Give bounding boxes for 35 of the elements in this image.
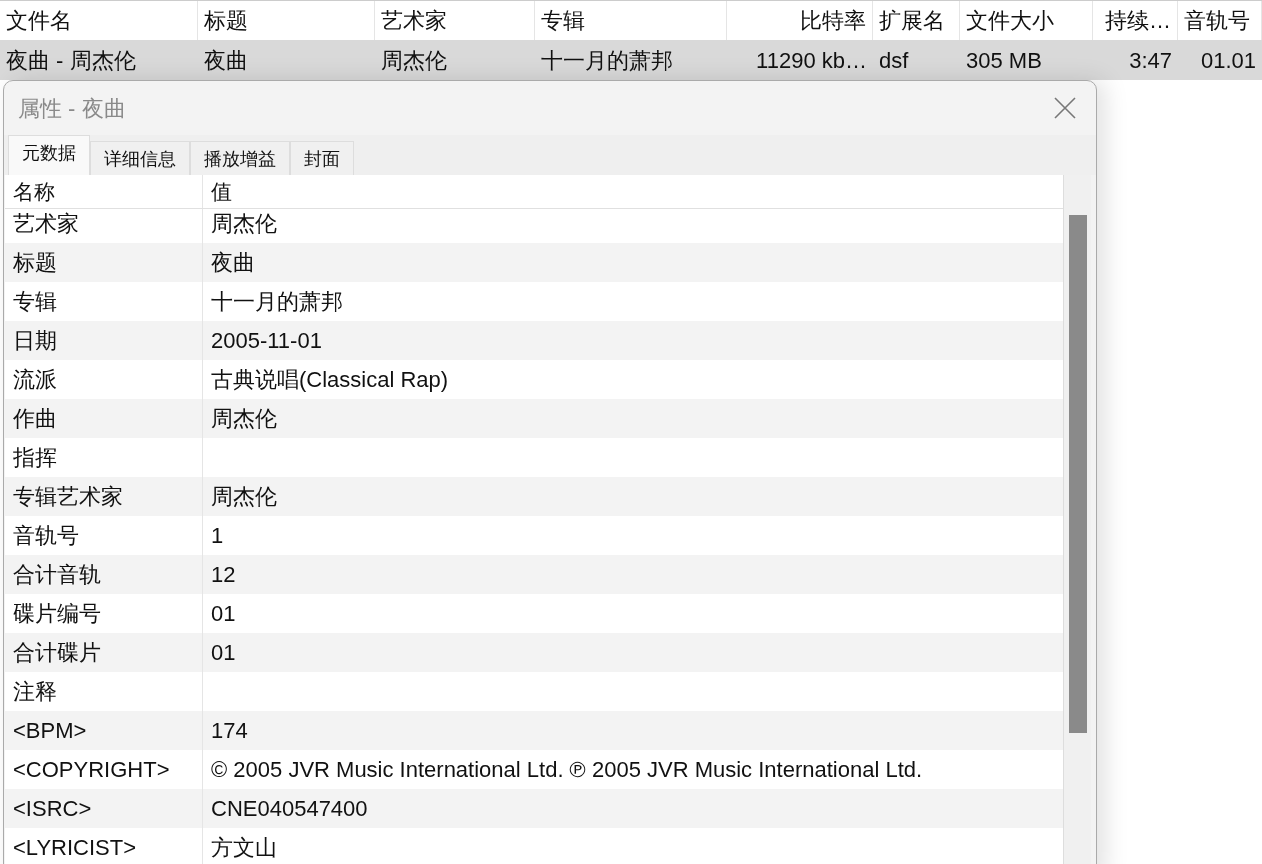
table-cell-text: dsf [878, 46, 910, 75]
property-value: © 2005 JVR Music International Ltd. ℗ 2005 JVR Music International Ltd. [210, 756, 924, 784]
property-value: 古典说唱(Classical Rap) [210, 366, 450, 394]
file-row[interactable]: 夜曲 - 周杰伦 夜曲 周杰伦 十一月的萧邦 11290 kb… dsf 305 MB 3:47 01.01 [0, 40, 1262, 80]
table-cell-text: 305 MB [965, 46, 1043, 75]
scrollbar-thumb[interactable] [1068, 215, 1087, 733]
table-cell-text: 01.01 [1199, 46, 1257, 75]
table-cell-text: 3:47 [1128, 46, 1173, 75]
tab[interactable]: 播放增益 [190, 141, 290, 175]
tab[interactable]: 元数据 [8, 135, 90, 175]
table-cell-text: 周杰伦 [380, 46, 448, 75]
property-value: 夜曲 [210, 249, 256, 277]
table-cell-text: 夜曲 [203, 46, 249, 75]
property-value: 方文山 [210, 834, 278, 862]
property-value: 周杰伦 [210, 483, 278, 511]
property-value: CNE040547400 [210, 795, 369, 823]
dialog-title: 属性 - 夜曲 [18, 94, 126, 123]
table-cell-text: 11290 kb… [755, 46, 868, 75]
property-value: 1 [210, 522, 225, 550]
close-icon[interactable] [1054, 97, 1076, 119]
property-value: 周杰伦 [210, 210, 278, 238]
column-header[interactable]: 名称 [5, 175, 203, 208]
column-header[interactable]: 值 [203, 175, 1063, 208]
property-value: 2005-11-01 [210, 327, 323, 355]
property-value: 01 [210, 600, 237, 628]
property-value: 01 [210, 639, 237, 667]
property-value: 十一月的萧邦 [210, 288, 344, 316]
property-value: 174 [210, 717, 249, 745]
tab[interactable]: 封面 [290, 141, 354, 175]
table-cell-text: 夜曲 - 周杰伦 [5, 46, 137, 75]
property-value: 周杰伦 [210, 405, 278, 433]
table-cell-text: 十一月的萧邦 [540, 46, 674, 75]
tab[interactable]: 详细信息 [90, 141, 190, 175]
property-name: <LYRICIST> [5, 828, 203, 864]
property-value: 12 [210, 561, 237, 589]
